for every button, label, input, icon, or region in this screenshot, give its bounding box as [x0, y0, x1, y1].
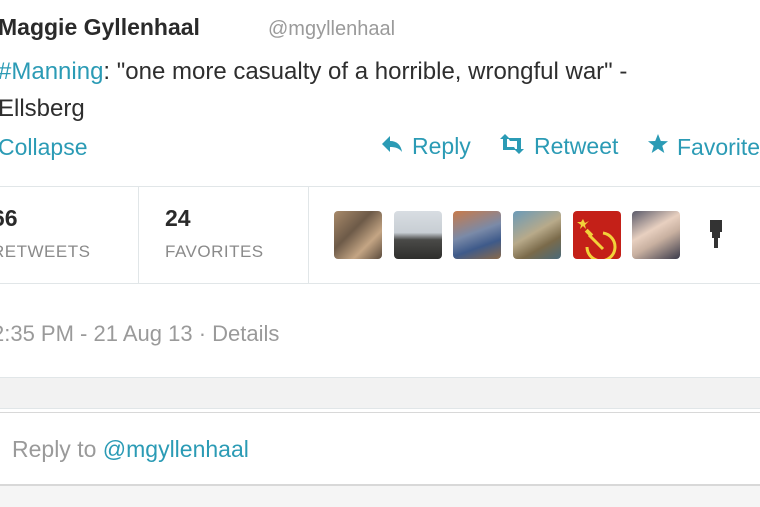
tweet-timestamp[interactable]: 2:35 PM - 21 Aug 13 · Details — [0, 321, 279, 347]
reply-mention: @mgyllenhaal — [102, 436, 249, 462]
retweet-label: Retweet — [534, 133, 619, 159]
retweets-count[interactable]: 66 — [0, 205, 18, 232]
tweet-text-rest: : "one more casualty of a horrible, wron… — [103, 58, 628, 85]
retweet-button[interactable]: Retweet — [498, 133, 618, 160]
favorites-count[interactable]: 24 — [165, 205, 191, 232]
divider — [138, 186, 139, 283]
retweets-label[interactable]: RETWEETS — [0, 242, 90, 262]
favoriter-avatar[interactable] — [513, 211, 561, 259]
divider — [0, 283, 760, 284]
favoriter-avatar[interactable] — [453, 211, 501, 259]
hammer-sickle-icon — [577, 219, 617, 259]
favorites-label[interactable]: FAVORITES — [165, 242, 264, 262]
favoriter-avatar[interactable] — [334, 211, 382, 259]
tweet-text: #Manning: "one more casualty of a horrib… — [0, 53, 627, 127]
reply-label: Reply — [412, 133, 471, 159]
reply-placeholder[interactable]: Reply to @mgyllenhaal — [12, 436, 249, 463]
star-icon — [647, 133, 669, 161]
reply-button[interactable]: Reply — [380, 133, 471, 160]
section-separator — [0, 377, 760, 409]
reply-arrow-icon — [380, 133, 404, 160]
collapse-link[interactable]: Collapse — [0, 134, 88, 161]
retweet-icon — [498, 133, 526, 160]
favoriter-avatar[interactable] — [632, 211, 680, 259]
tweet-text-line2: Ellsberg — [0, 95, 85, 122]
author-name[interactable]: Maggie Gyllenhaal — [0, 14, 200, 41]
more-favoriters-icon[interactable] — [708, 220, 724, 255]
footer-band — [0, 486, 760, 507]
hashtag-link[interactable]: #Manning — [0, 58, 103, 85]
divider — [308, 186, 309, 283]
author-handle[interactable]: @mgyllenhaal — [268, 18, 395, 41]
favorite-label: Favorite — [677, 133, 760, 160]
divider — [0, 186, 760, 187]
favoriter-avatar[interactable] — [394, 211, 442, 259]
favorite-button[interactable]: Favorite — [647, 133, 760, 161]
favoriter-avatar[interactable] — [573, 211, 621, 259]
reply-placeholder-prefix: Reply to — [12, 436, 103, 462]
